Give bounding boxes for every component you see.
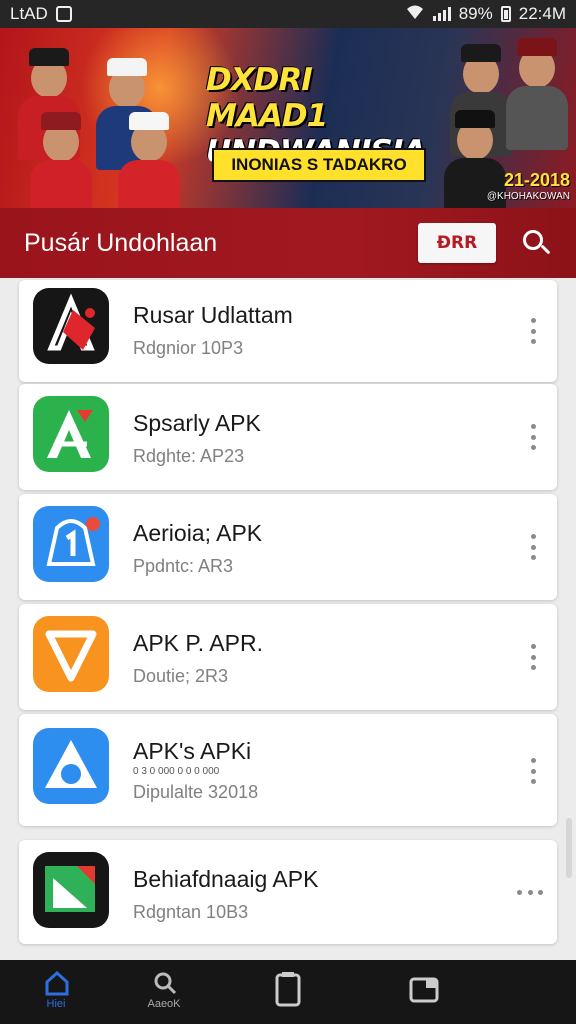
notification-icon xyxy=(55,6,72,22)
more-options-icon[interactable] xyxy=(529,424,537,450)
blue-triangle-icon xyxy=(33,728,109,804)
red-a-logo-icon xyxy=(33,288,109,364)
green-a-logo-icon xyxy=(33,396,109,472)
clock: 22:4M xyxy=(518,4,566,23)
page-title: Pusár Undohlaan xyxy=(24,228,218,257)
nav-item-tablet[interactable] xyxy=(384,960,464,1024)
nav-item-phone[interactable] xyxy=(248,960,328,1024)
app-meta: Rdgnior 10P3 xyxy=(133,338,244,358)
phone-icon xyxy=(275,972,301,1007)
app-meta: Rdghte: AP23 xyxy=(133,446,245,466)
app-list[interactable]: Rusar Udlattam Rdgnior 10P3 Spsarly APK … xyxy=(0,278,576,960)
app-name: APK's APKi xyxy=(133,738,252,764)
more-options-icon[interactable] xyxy=(529,758,537,784)
banner-year-caption: @KHOHAKOWAN xyxy=(486,191,570,202)
app-name: Aerioia; APK xyxy=(133,520,263,546)
app-name: Behiafdnaaig APK xyxy=(133,866,319,892)
bottom-nav: Hiei AaeoK xyxy=(0,960,576,1024)
battery-percent: 89% xyxy=(458,4,493,23)
battery-icon xyxy=(500,6,511,22)
header-action-button[interactable]: ĐRR xyxy=(418,223,496,263)
app-name: Rusar Udlattam xyxy=(133,302,293,328)
blue-bell-icon xyxy=(33,506,109,582)
app-name: Spsarly APK xyxy=(133,410,261,436)
scrollbar[interactable] xyxy=(566,818,572,878)
nav-label-home: Hiei xyxy=(46,998,66,1010)
app-name: APK P. APR. xyxy=(133,630,263,656)
banner-person-6 xyxy=(506,36,568,150)
app-meta: Dipulalte 32018 xyxy=(133,782,259,802)
orange-v-icon xyxy=(33,616,109,692)
more-options-icon[interactable] xyxy=(529,644,537,670)
list-item[interactable]: APK's APKi 0 3 0 000 0 0 0 000 Dipulalte… xyxy=(19,714,557,826)
list-item[interactable]: Rusar Udlattam Rdgnior 10P3 xyxy=(19,280,557,382)
banner-year-value: 21-2018 xyxy=(503,170,570,190)
more-options-icon[interactable] xyxy=(529,318,537,344)
status-bar: LtAD 89% 22:4M xyxy=(0,0,576,28)
app-meta: Doutie; 2R3 xyxy=(133,666,229,686)
app-meta: Rdgntan 10B3 xyxy=(133,902,249,922)
search-icon[interactable] xyxy=(520,227,552,259)
list-item[interactable]: APK P. APR. Doutie; 2R3 xyxy=(19,604,557,710)
list-item[interactable]: Spsarly APK Rdghte: AP23 xyxy=(19,384,557,490)
banner-person-3 xyxy=(30,110,92,208)
status-left: LtAD xyxy=(10,4,72,24)
carrier-label: LtAD xyxy=(10,4,48,23)
status-right: 89% 22:4M xyxy=(405,4,566,25)
app-tag: 0 3 0 000 0 0 0 000 xyxy=(133,766,220,777)
search-icon xyxy=(154,972,177,995)
banner-year: 21-2018 @KHOHAKOWAN xyxy=(487,170,570,202)
banner-subtitle: INONIAS S TADAKRO xyxy=(212,148,426,182)
app-meta: Ppdntc: AR3 xyxy=(133,556,234,576)
promo-banner[interactable]: DXDRI MAAD1 UNDWANISIA INONIAS S TADAKRO… xyxy=(0,28,576,208)
list-item[interactable]: Aerioia; APK Ppdntc: AR3 xyxy=(19,494,557,600)
app-header: Pusár Undohlaan ĐRR xyxy=(0,208,576,278)
home-icon xyxy=(45,970,69,996)
green-flag-icon xyxy=(33,852,109,928)
nav-label-search: AaeoK xyxy=(147,998,181,1010)
wifi-icon xyxy=(405,4,425,25)
signal-icon xyxy=(432,7,451,21)
nav-item-search[interactable]: AaeoK xyxy=(124,960,204,1024)
banner-person-4 xyxy=(118,110,180,208)
banner-title-line1: DXDRI MAAD1 xyxy=(206,62,328,134)
nav-item-home[interactable]: Hiei xyxy=(16,960,96,1024)
more-options-icon[interactable] xyxy=(529,534,537,560)
more-options-icon[interactable] xyxy=(517,888,543,896)
list-item[interactable]: Behiafdnaaig APK Rdgntan 10B3 xyxy=(19,840,557,944)
tablet-icon xyxy=(409,977,439,1003)
